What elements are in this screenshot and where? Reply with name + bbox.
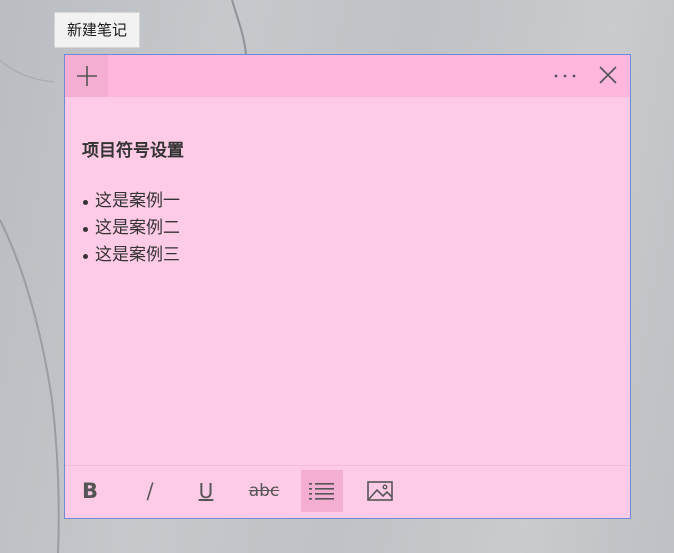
italic-button[interactable]: / — [135, 470, 165, 512]
note-heading: 项目符号设置 — [82, 141, 184, 161]
insert-image-button[interactable] — [359, 470, 401, 512]
underline-button[interactable]: U — [191, 470, 221, 512]
note-titlebar[interactable] — [65, 55, 630, 97]
image-icon — [367, 481, 393, 501]
bold-button[interactable]: B — [75, 470, 105, 512]
close-icon — [599, 66, 617, 84]
bullet-list-icon — [309, 483, 334, 500]
close-note-button[interactable] — [595, 64, 621, 88]
sticky-note-window: 项目符号设置 这是案例一 这是案例二 这是案例三 B / U abc — [64, 54, 631, 519]
list-item: 这是案例二 — [82, 215, 613, 242]
list-item: 这是案例一 — [82, 188, 613, 215]
strikethrough-button[interactable]: abc — [243, 470, 285, 512]
more-options-button[interactable] — [551, 65, 581, 87]
list-item: 这是案例三 — [82, 242, 613, 269]
formatting-toolbar: B / U abc — [65, 465, 630, 518]
new-note-tooltip: 新建笔记 — [54, 12, 141, 48]
bullet-list-button[interactable] — [301, 470, 343, 512]
more-horizontal-icon — [554, 74, 576, 78]
new-note-button[interactable] — [65, 55, 108, 97]
plus-icon — [77, 66, 97, 86]
note-editor[interactable]: 项目符号设置 这是案例一 这是案例二 这是案例三 — [82, 139, 613, 269]
bullet-list: 这是案例一 这是案例二 这是案例三 — [82, 188, 613, 269]
